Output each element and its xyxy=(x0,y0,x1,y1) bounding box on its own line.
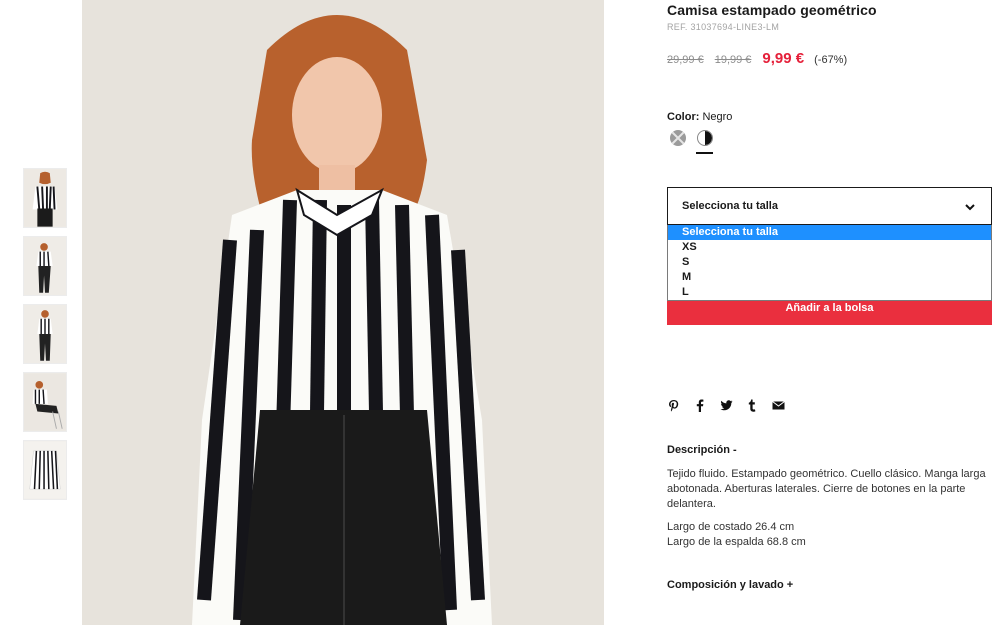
thumbnail-4[interactable] xyxy=(23,372,67,432)
size-option-xs[interactable]: XS xyxy=(668,240,991,255)
description-text: Tejido fluido. Estampado geométrico. Cue… xyxy=(667,468,986,510)
thumbnail-image xyxy=(24,305,66,363)
product-title: Camisa estampado geométrico xyxy=(667,2,877,18)
twitter-glyph xyxy=(720,399,732,410)
product-reference: REF. 31037694-LINE3-LM xyxy=(667,22,780,32)
pinterest-glyph xyxy=(669,399,679,411)
selected-swatch-indicator xyxy=(696,152,713,154)
tumblr-glyph xyxy=(748,399,756,412)
main-product-image xyxy=(82,0,604,625)
pinterest-icon[interactable] xyxy=(667,398,681,412)
size-select[interactable]: Selecciona tu talla xyxy=(667,187,992,225)
half-circle-icon xyxy=(705,131,712,145)
thumbnail-gallery xyxy=(23,168,69,508)
thumbnail-2[interactable] xyxy=(23,236,67,296)
facebook-glyph xyxy=(696,399,704,412)
twitter-icon[interactable] xyxy=(719,398,733,412)
color-label: Color: xyxy=(667,111,700,123)
current-price: 9,99 € xyxy=(762,50,805,67)
color-value: Negro xyxy=(702,111,733,123)
thumbnail-1[interactable] xyxy=(23,168,67,228)
social-share-row xyxy=(667,398,797,412)
size-select-value: Selecciona tu talla xyxy=(682,200,778,212)
email-icon[interactable] xyxy=(771,398,785,412)
size-option-m[interactable]: M xyxy=(668,270,991,285)
discount-badge: (-67%) xyxy=(814,54,848,66)
size-dropdown-list: Selecciona tu talla XS S M L xyxy=(667,225,992,301)
size-option-placeholder[interactable]: Selecciona tu talla xyxy=(668,225,991,240)
color-swatch-grey[interactable] xyxy=(670,130,686,146)
add-to-bag-button[interactable]: Añadir a la bolsa xyxy=(667,301,992,325)
original-price: 29,99 € xyxy=(667,54,704,66)
envelope-glyph xyxy=(771,400,785,409)
color-label-row: Color: Negro xyxy=(667,111,732,123)
tumblr-icon[interactable] xyxy=(745,398,759,412)
size-option-s[interactable]: S xyxy=(668,255,991,270)
thumbnail-5[interactable] xyxy=(23,440,67,500)
back-length: Largo de la espalda 68.8 cm xyxy=(667,536,806,548)
thumbnail-3[interactable] xyxy=(23,304,67,364)
description-heading[interactable]: Descripción - xyxy=(667,444,737,456)
model-photo xyxy=(82,0,604,625)
thumbnail-image xyxy=(24,237,66,295)
thumbnail-image xyxy=(24,373,66,431)
thumbnail-image xyxy=(24,169,66,227)
thumbnail-image xyxy=(24,441,66,499)
price-row: 29,99 € 19,99 € 9,99 € (-67%) xyxy=(667,50,847,67)
side-length: Largo de costado 26.4 cm xyxy=(667,521,795,533)
color-swatch-black[interactable] xyxy=(697,130,713,146)
facebook-icon[interactable] xyxy=(693,398,707,412)
pattern-icon xyxy=(671,131,685,145)
chevron-down-icon xyxy=(965,204,975,211)
previous-price: 19,99 € xyxy=(714,54,752,66)
composition-heading[interactable]: Composición y lavado + xyxy=(667,579,793,591)
size-option-l[interactable]: L xyxy=(668,285,991,300)
